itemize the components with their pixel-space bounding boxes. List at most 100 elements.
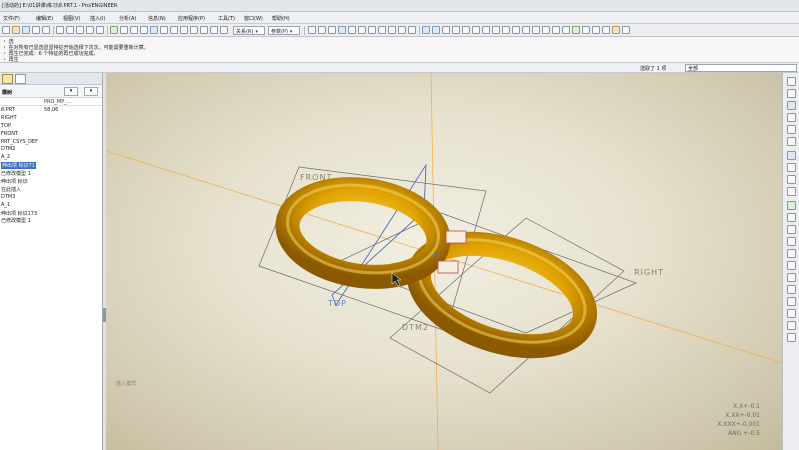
paste-icon[interactable]: [96, 26, 104, 34]
draft-tool-icon[interactable]: [787, 113, 796, 122]
tree-settings-icon[interactable]: ▾: [64, 87, 78, 96]
layers-icon[interactable]: [170, 26, 178, 34]
section-icon[interactable]: [522, 26, 530, 34]
regenerate-icon[interactable]: [110, 26, 118, 34]
warp-tool-icon[interactable]: [787, 333, 796, 342]
datum-axes-icon[interactable]: [378, 26, 386, 34]
menu-window[interactable]: 窗口(W): [244, 15, 263, 22]
wrap-tool-icon[interactable]: [787, 321, 796, 330]
layer-tree-icon[interactable]: [602, 26, 610, 34]
merge-tool-icon[interactable]: [787, 225, 796, 234]
round-tool-icon[interactable]: [787, 125, 796, 134]
menu-info[interactable]: 信息(N): [148, 15, 166, 22]
measure-icon[interactable]: [542, 26, 550, 34]
tree-item[interactable]: 伸出项 标识173: [0, 209, 102, 217]
find-icon[interactable]: [120, 26, 128, 34]
shell-tool-icon[interactable]: [787, 89, 796, 98]
project-tool-icon[interactable]: [787, 309, 796, 318]
tree-item[interactable]: DTM2: [0, 145, 102, 153]
relations-icon[interactable]: [582, 26, 590, 34]
redo-icon[interactable]: [66, 26, 74, 34]
plane-tool-icon[interactable]: [432, 26, 440, 34]
model-tree-icon[interactable]: [562, 26, 570, 34]
tree-item[interactable]: 伸出项 标识: [0, 177, 102, 185]
menu-help[interactable]: 帮助(H): [272, 15, 290, 22]
explode-icon[interactable]: [532, 26, 540, 34]
menu-view[interactable]: 视图(V): [63, 15, 80, 22]
select-icon[interactable]: [130, 26, 138, 34]
print-icon[interactable]: [32, 26, 40, 34]
filter-icon[interactable]: [140, 26, 148, 34]
spin-center-icon[interactable]: [220, 26, 228, 34]
hole-tool-icon[interactable]: [787, 77, 796, 86]
datum-points-icon[interactable]: [388, 26, 396, 34]
pattern-tool-icon[interactable]: [787, 201, 796, 210]
tree-item-selected[interactable]: 伸出项 标识71: [0, 161, 102, 170]
perspective-icon[interactable]: [512, 26, 520, 34]
undo-icon[interactable]: [56, 26, 64, 34]
email-icon[interactable]: [42, 26, 50, 34]
model-tree-tab-icon[interactable]: [2, 74, 13, 84]
zoom-in-icon[interactable]: [308, 26, 316, 34]
point-tool-icon[interactable]: [452, 26, 460, 34]
tree-item[interactable]: DTM3: [0, 193, 102, 201]
mirror-tool-icon[interactable]: [787, 213, 796, 222]
thicken-tool-icon[interactable]: [787, 273, 796, 282]
zoom-out-icon[interactable]: [318, 26, 326, 34]
display-style-icon[interactable]: [180, 26, 188, 34]
repaint-icon[interactable]: [358, 26, 366, 34]
wireframe-icon[interactable]: [210, 26, 218, 34]
refit-icon[interactable]: [328, 26, 336, 34]
tree-item[interactable]: 已修改模型 1: [0, 216, 102, 224]
analysis-icon[interactable]: [482, 26, 490, 34]
hidden-line-icon[interactable]: [190, 26, 198, 34]
param-dropdown[interactable]: 参数(P) ▾: [268, 26, 300, 35]
sketch-tool-icon[interactable]: [422, 26, 430, 34]
csys-tool-icon[interactable]: [472, 26, 480, 34]
no-hidden-icon[interactable]: [200, 26, 208, 34]
solidify-tool-icon[interactable]: [787, 285, 796, 294]
saved-views-icon[interactable]: [348, 26, 356, 34]
blend-tool-icon[interactable]: [787, 187, 796, 196]
datum-planes-icon[interactable]: [368, 26, 376, 34]
sweep-tool-icon[interactable]: [787, 175, 796, 184]
model-display-icon[interactable]: [502, 26, 510, 34]
folder-browser-tab-icon[interactable]: [15, 74, 26, 84]
curve-tool-icon[interactable]: [462, 26, 470, 34]
extrude-tool-icon[interactable]: [787, 151, 796, 160]
revolve-tool-icon[interactable]: [787, 163, 796, 172]
view-orient-icon[interactable]: [150, 26, 158, 34]
offset-tool-icon[interactable]: [787, 261, 796, 270]
axis-tool-icon[interactable]: [442, 26, 450, 34]
menu-analysis[interactable]: 分析(A): [119, 15, 136, 22]
new-file-icon[interactable]: [2, 26, 10, 34]
selection-filter[interactable]: 全部: [685, 64, 797, 72]
save-icon[interactable]: [22, 26, 30, 34]
tree-item-insert-here[interactable]: 在此插入: [0, 185, 102, 193]
tree-item[interactable]: A_1: [0, 201, 102, 209]
tree-item[interactable]: RIGHT: [0, 114, 102, 122]
tree-item[interactable]: 8.PRT 58.06: [0, 106, 102, 114]
setup-icon[interactable]: [612, 26, 620, 34]
annotation-icon[interactable]: [408, 26, 416, 34]
tree-item[interactable]: FRONT: [0, 130, 102, 138]
tree-item[interactable]: 已修改模型 1: [0, 169, 102, 177]
menu-edit[interactable]: 编辑(E): [36, 15, 53, 22]
tree-item[interactable]: PRT_CSYS_DEF: [0, 138, 102, 146]
open-folder-icon[interactable]: [12, 26, 20, 34]
menu-file[interactable]: 文件(F): [3, 15, 20, 22]
extend-tool-icon[interactable]: [787, 249, 796, 258]
menu-insert[interactable]: 插入(I): [90, 15, 105, 22]
menu-applications[interactable]: 应用程序(P): [178, 15, 205, 22]
shading-icon[interactable]: [160, 26, 168, 34]
trim-tool-icon[interactable]: [787, 237, 796, 246]
csys-icon[interactable]: [398, 26, 406, 34]
graphics-viewport[interactable]: FRONT RIGHT TOP DTM2 插入模式 X.X+-0.1 X.XX+…: [106, 73, 782, 450]
reorient-icon[interactable]: [338, 26, 346, 34]
copy-icon[interactable]: [86, 26, 94, 34]
menu-tools[interactable]: 工具(T): [218, 15, 235, 22]
cut-icon[interactable]: [76, 26, 84, 34]
relation-dropdown[interactable]: 关系(R) ▾: [233, 26, 265, 35]
mass-props-icon[interactable]: [552, 26, 560, 34]
tree-columns-icon[interactable]: ▾: [84, 87, 98, 96]
